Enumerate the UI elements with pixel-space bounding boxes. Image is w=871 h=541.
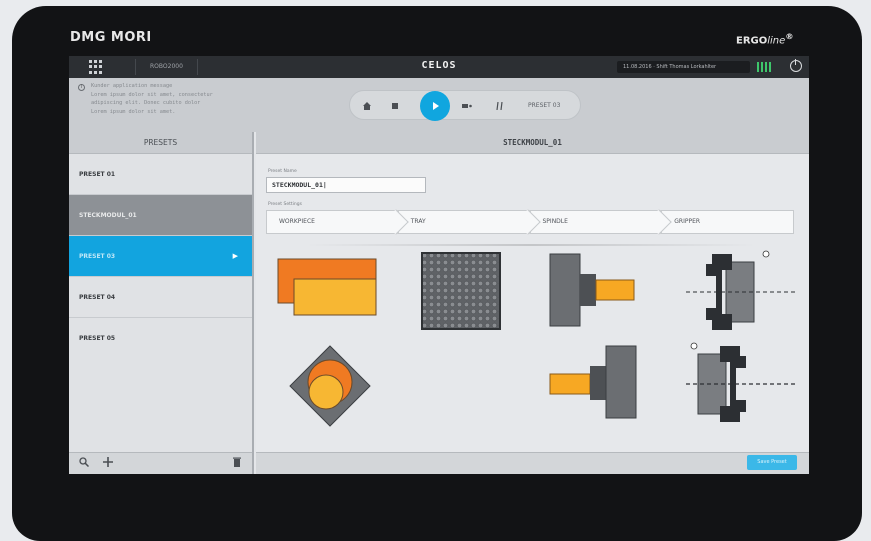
tab-tray[interactable]: TRAY (397, 210, 530, 234)
power-icon[interactable] (790, 59, 802, 72)
detail-header: STECKMODUL_01 (256, 132, 809, 154)
workpiece-round-option[interactable] (288, 344, 372, 432)
ergoline-logo-italic: line (767, 35, 786, 47)
preset-detail-panel: STECKMODUL_01 Preset Name STECKMODUL_01|… (256, 132, 809, 474)
workpiece-rectangle-option[interactable] (276, 257, 380, 323)
tab-gripper[interactable]: GRIPPER (661, 210, 794, 234)
app-grid-icon[interactable] (89, 60, 103, 74)
preset-label: PRESET 01 (79, 171, 116, 178)
current-preset-label: PRESET 03 (528, 102, 561, 109)
preset-label: STECKMODUL_01 (79, 212, 137, 219)
play-button[interactable] (420, 91, 450, 121)
divider (306, 244, 756, 246)
celos-screen: ROBO2000 CELOS 11.08.2016 · Shift Thomas… (69, 56, 809, 474)
preset-item-05[interactable]: PRESET 05 (69, 318, 252, 359)
save-preset-button[interactable]: Save Preset (747, 455, 797, 470)
breadcrumb[interactable]: ROBO2000 (135, 59, 198, 75)
gripper-option-2[interactable] (686, 340, 798, 430)
preset-item-steckmodul[interactable]: STECKMODUL_01 (69, 195, 252, 236)
spindle-option-1[interactable] (548, 252, 638, 332)
preset-label: PRESET 05 (79, 335, 116, 342)
info-icon[interactable]: i (78, 84, 85, 91)
signal-bars-icon (757, 62, 771, 72)
play-icon: ▶ (232, 252, 238, 260)
preset-item-01[interactable]: PRESET 01 (69, 154, 252, 195)
preset-name-input[interactable]: STECKMODUL_01| (266, 177, 426, 193)
dmg-mori-logo: DMG MORI (70, 30, 152, 45)
presets-footer (69, 452, 252, 474)
preset-item-03[interactable]: PRESET 03 ▶ (69, 236, 252, 277)
settings-tabs: WORKPIECE TRAY SPINDLE GRIPPER (266, 210, 794, 234)
search-icon[interactable] (79, 456, 90, 472)
status-text: 11.08.2016 · Shift Thomas Lorkahlter (617, 61, 750, 73)
toolbar: i Kunder application message Lorem ipsum… (69, 78, 809, 132)
detail-footer (256, 452, 809, 474)
preset-name-label: Preset Name (268, 169, 297, 174)
tab-workpiece[interactable]: WORKPIECE (266, 210, 398, 234)
application-message: Kunder application message Lorem ipsum d… (91, 83, 213, 115)
preset-item-04[interactable]: PRESET 04 (69, 277, 252, 318)
trash-icon[interactable] (233, 456, 241, 472)
home-icon[interactable] (358, 91, 376, 121)
stop-icon[interactable] (386, 91, 404, 121)
preset-label: PRESET 03 (79, 253, 116, 260)
presets-panel: PRESETS PRESET 01 STECKMODUL_01 PRESET 0… (69, 132, 254, 474)
ergoline-logo-main: ERGO (736, 35, 768, 47)
top-bar: ROBO2000 CELOS 11.08.2016 · Shift Thomas… (69, 56, 809, 78)
plus-icon[interactable] (103, 456, 113, 472)
tray-grid-option[interactable] (421, 252, 501, 334)
tab-spindle[interactable]: SPINDLE (529, 210, 662, 234)
app-title: CELOS (421, 60, 457, 71)
machine-controls: PRESET 03 (349, 90, 581, 121)
record-icon[interactable] (458, 91, 476, 121)
spindle-option-2[interactable] (548, 344, 638, 424)
presets-header: PRESETS (69, 132, 252, 154)
ergoline-logo-registered: ® (785, 31, 794, 41)
gripper-option-1[interactable] (686, 250, 798, 340)
ergoline-logo: ERGOline® (736, 31, 794, 46)
preset-settings-label: Preset Settings (268, 202, 302, 207)
play-icon (432, 102, 439, 110)
pause-icon[interactable] (490, 91, 508, 121)
preset-label: PRESET 04 (79, 294, 116, 301)
